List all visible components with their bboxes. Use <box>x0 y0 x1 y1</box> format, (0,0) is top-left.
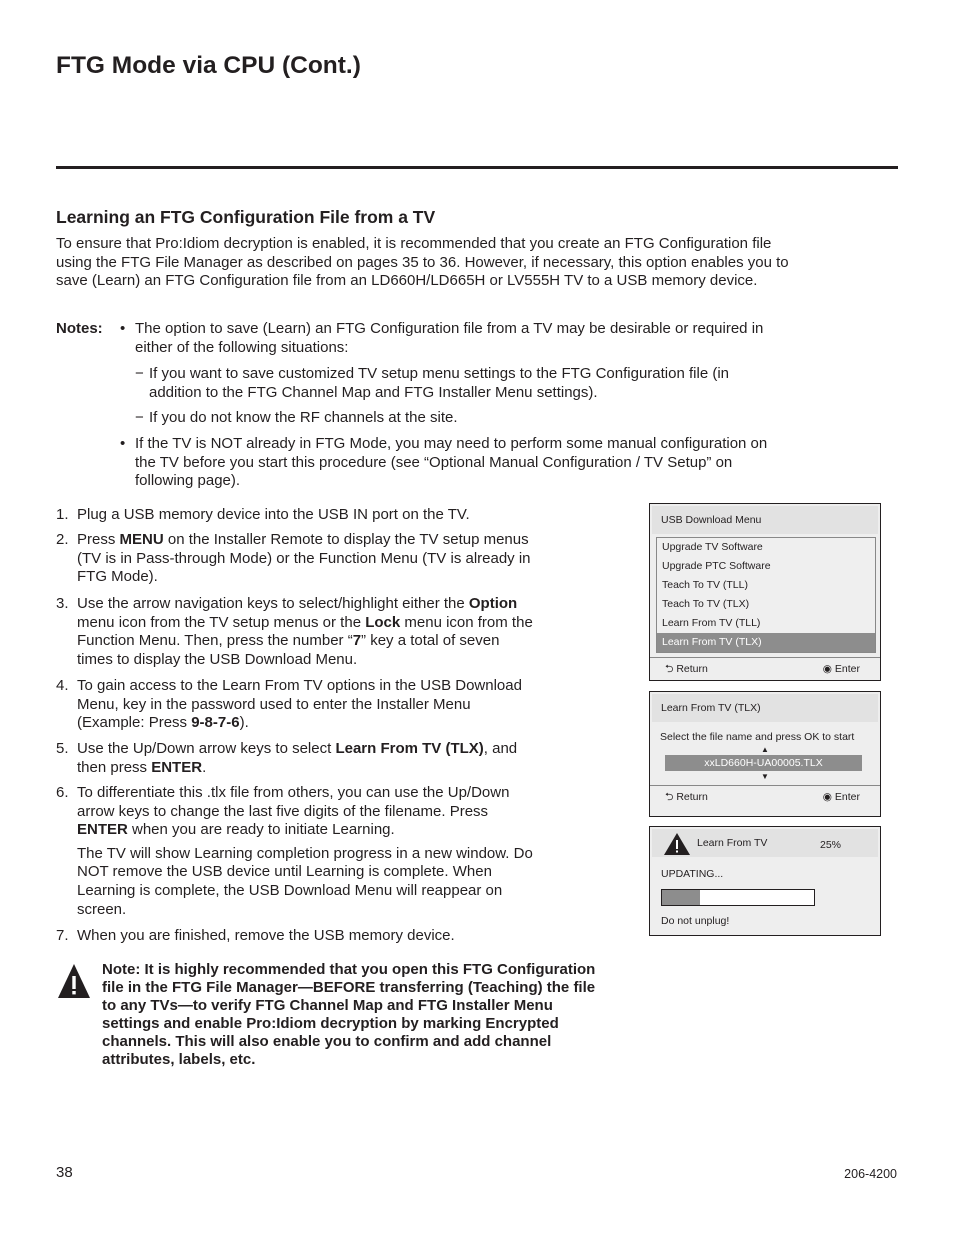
learn-panel-title: Learn From TV (TLX) <box>652 694 878 722</box>
progress-bar <box>661 889 815 906</box>
warning-icon <box>664 833 690 855</box>
menu-item-upgrade-ptc-software[interactable]: Upgrade PTC Software <box>657 557 875 576</box>
step-1: 1. Plug a USB memory device into the USB… <box>56 506 470 523</box>
notes-label: Notes: <box>56 320 103 337</box>
menu-item-learn-tlx[interactable]: Learn From TV (TLX) <box>657 633 875 652</box>
learning-progress-panel: Learn From TV 25% UPDATING... Do not unp… <box>649 826 881 936</box>
step-5: 5. Use the Up/Down arrow keys to select … <box>56 740 518 776</box>
note-dash-1: − If you want to save customized TV setu… <box>135 365 730 401</box>
usb-menu-list: Upgrade TV Software Upgrade PTC Software… <box>656 537 876 653</box>
manual-page: FTG Mode via CPU (Cont.) Learning an FTG… <box>0 0 954 1235</box>
page-title: FTG Mode via CPU (Cont.) <box>56 52 361 79</box>
document-number: 206-4200 <box>844 1167 897 1181</box>
intro-paragraph: To ensure that Pro:Idiom decryption is e… <box>56 235 789 290</box>
menu-item-upgrade-tv-software[interactable]: Upgrade TV Software <box>657 538 875 557</box>
bullet: • <box>120 320 126 337</box>
enter-icon: ◉ <box>822 663 832 675</box>
progress-title: Learn From TV <box>697 837 768 849</box>
warning-note: Note: It is highly recommended that you … <box>102 961 596 1068</box>
progress-bar-fill <box>662 890 700 905</box>
step-7: 7. When you are finished, remove the USB… <box>56 927 455 944</box>
enter-hint: ◉ Enter <box>822 663 860 675</box>
menu-item-learn-tll[interactable]: Learn From TV (TLL) <box>657 614 875 633</box>
up-arrow-icon[interactable]: ▲ <box>650 744 880 755</box>
step-2: 2. Press MENU on the Installer Remote to… <box>56 531 531 586</box>
do-not-unplug-warning: Do not unplug! <box>661 915 730 927</box>
usb-menu-title: USB Download Menu <box>652 506 878 534</box>
progress-header: Learn From TV 25% <box>652 829 878 857</box>
note-dash-2: − If you do not know the RF channels at … <box>135 409 458 426</box>
usb-menu-footer: ⮌ Return ◉ Enter <box>650 657 880 680</box>
learn-panel-footer: ⮌ Return ◉ Enter <box>650 785 880 808</box>
page-number: 38 <box>56 1164 73 1181</box>
learn-from-tv-panel: Learn From TV (TLX) Select the file name… <box>649 691 881 817</box>
note-bullet-1: • The option to save (Learn) an FTG Conf… <box>120 320 764 356</box>
step-4: 4. To gain access to the Learn From TV o… <box>56 677 522 732</box>
menu-item-teach-tlx[interactable]: Teach To TV (TLX) <box>657 595 875 614</box>
note-bullet-2: • If the TV is NOT already in FTG Mode, … <box>120 435 768 490</box>
menu-item-teach-tll[interactable]: Teach To TV (TLL) <box>657 576 875 595</box>
step-3: 3. Use the arrow navigation keys to sele… <box>56 595 533 668</box>
learn-instruction: Select the file name and press OK to sta… <box>660 731 855 743</box>
step-6: 6. To differentiate this .tlx file from … <box>56 784 533 918</box>
usb-download-menu-panel: USB Download Menu Upgrade TV Software Up… <box>649 503 881 681</box>
down-arrow-icon[interactable]: ▼ <box>650 771 880 782</box>
progress-status: UPDATING... <box>661 868 724 880</box>
section-title: Learning an FTG Configuration File from … <box>56 207 436 227</box>
return-icon: ⮌ <box>665 791 674 803</box>
return-hint: ⮌ Return <box>665 791 708 803</box>
progress-percent: 25% <box>820 839 842 851</box>
return-icon: ⮌ <box>665 663 674 675</box>
filename-field[interactable]: xxLD660H-UA00005.TLX <box>665 755 862 771</box>
title-rule <box>56 166 898 169</box>
warning-icon <box>58 964 90 998</box>
enter-hint: ◉ Enter <box>822 791 860 803</box>
enter-icon: ◉ <box>822 791 832 803</box>
return-hint: ⮌ Return <box>665 663 708 675</box>
